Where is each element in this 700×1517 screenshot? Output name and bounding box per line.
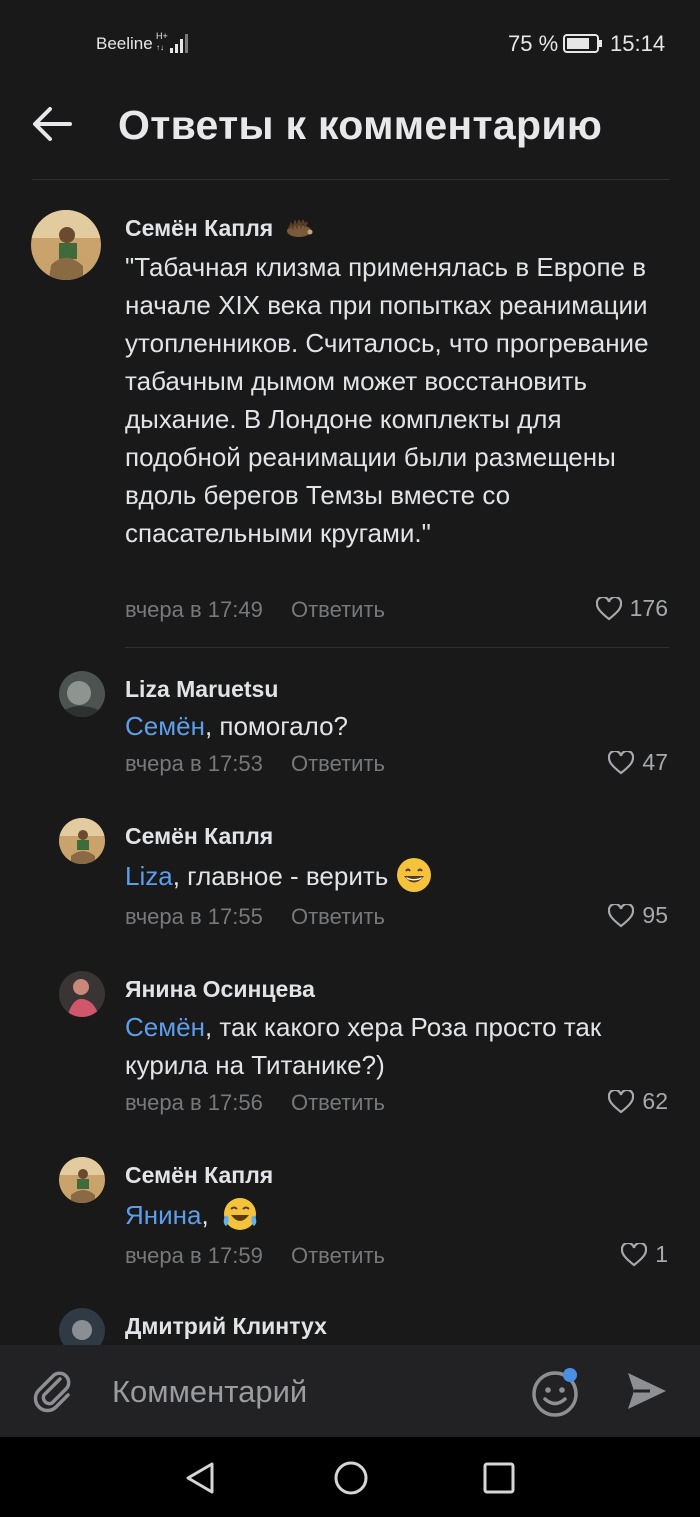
comment-author[interactable]: Liza Maruetsu	[125, 676, 278, 703]
comment-time: вчера в 17:53	[125, 751, 263, 776]
like-count: 176	[629, 595, 668, 621]
reply-comment: Дмитрий Клинтух	[0, 1305, 700, 1345]
like-button[interactable]: 176	[595, 595, 668, 622]
like-count: 95	[642, 902, 668, 928]
reply-button[interactable]: Ответить	[291, 1090, 385, 1115]
app-header: Ответы к комментарию	[0, 88, 700, 180]
avatar-photo	[59, 1308, 105, 1345]
clock: 15:14	[610, 31, 666, 56]
reply-comment: Семён Капля Янина, вчера в 17:59 Ответит…	[0, 1154, 700, 1284]
like-count: 1	[655, 1241, 668, 1267]
hedgehog-icon	[286, 218, 313, 237]
comment-author[interactable]: Семён Капля	[125, 1162, 273, 1189]
tears-of-joy-emoji-icon	[223, 1198, 257, 1230]
svg-text:H+: H+	[156, 31, 168, 41]
svg-text:↑↓: ↑↓	[156, 43, 164, 52]
comment-time: вчера в 17:55	[125, 904, 263, 929]
avatar[interactable]	[59, 818, 105, 864]
comment-time: вчера в 17:56	[125, 1090, 263, 1115]
heart-icon	[608, 750, 635, 774]
comment-text: Семён, помогало?	[125, 711, 349, 741]
like-button[interactable]: 1	[621, 1241, 668, 1268]
header-divider	[32, 179, 669, 180]
root-comment: Семён Капля "Табачная клизма применялась…	[0, 205, 700, 645]
reply-button[interactable]: Ответить	[291, 751, 385, 776]
send-icon	[628, 1373, 666, 1409]
reply-comment: Янина Осинцева Семён, так какого хера Ро…	[0, 968, 700, 1128]
paperclip-icon	[33, 1371, 71, 1413]
comment-author[interactable]: Дмитрий Клинтух	[125, 1313, 327, 1340]
comment-author[interactable]: Янина Осинцева	[125, 976, 315, 1003]
mention-link[interactable]: Liza	[125, 861, 173, 891]
battery-icon	[563, 34, 602, 53]
like-count: 62	[642, 1088, 668, 1114]
notification-dot	[563, 1368, 577, 1382]
comment-author[interactable]: Семён Капля	[125, 823, 273, 850]
signal-icon: H+ ↑↓	[156, 31, 188, 53]
avatar-photo	[59, 971, 105, 1017]
comment-time: вчера в 17:59	[125, 1243, 263, 1268]
comment-author[interactable]: Семён Капля	[125, 215, 314, 242]
avatar[interactable]	[59, 1157, 105, 1203]
grinning-emoji-icon	[396, 858, 431, 892]
carrier-name: Beeline	[96, 34, 153, 53]
comment-text: "Табачная клизма применялась в Европе в …	[125, 252, 649, 548]
avatar[interactable]	[59, 671, 105, 717]
avatar[interactable]	[59, 971, 105, 1017]
reply-button[interactable]: Ответить	[291, 1243, 385, 1268]
comment-time: вчера в 17:49	[125, 597, 263, 622]
comment-meta: вчера в 17:55 Ответить	[125, 904, 385, 930]
mention-link[interactable]: Янина	[125, 1200, 201, 1230]
like-button[interactable]: 47	[608, 749, 668, 776]
comment-input[interactable]	[110, 1367, 514, 1417]
nav-recents-icon[interactable]	[482, 1461, 516, 1495]
nav-back-icon[interactable]	[182, 1459, 218, 1497]
avatar-photo	[31, 210, 101, 280]
page-title: Ответы к комментарию	[118, 102, 603, 148]
avatar-photo	[59, 671, 105, 717]
like-button[interactable]: 62	[608, 1088, 668, 1115]
reply-button[interactable]: Ответить	[291, 597, 385, 622]
system-nav-bar	[0, 1437, 700, 1517]
reply-comment: Семён Капля Liza, главное - верить вчера…	[0, 815, 700, 945]
status-bar: Beeline H+ ↑↓ 75 % 15:14	[0, 0, 700, 88]
comment-text: Liza, главное - верить	[125, 857, 673, 895]
smile-icon	[532, 1368, 578, 1417]
like-button[interactable]: 95	[608, 902, 668, 929]
avatar[interactable]	[59, 1308, 105, 1345]
nav-home-icon[interactable]	[332, 1459, 370, 1497]
heart-icon	[608, 903, 635, 927]
heart-icon	[621, 1242, 648, 1266]
comment-meta: вчера в 17:53 Ответить	[125, 751, 385, 777]
avatar[interactable]	[31, 210, 101, 280]
send-button[interactable]	[624, 1369, 670, 1418]
comment-meta: вчера в 17:56 Ответить	[125, 1090, 385, 1116]
heart-icon	[608, 1089, 635, 1113]
battery-percent: 75 %	[508, 31, 559, 56]
back-button[interactable]	[30, 104, 80, 148]
mention-link[interactable]: Семён	[125, 1012, 205, 1042]
comment-meta: вчера в 17:49 Ответить	[125, 597, 385, 623]
reply-comment: Liza Maruetsu Семён, помогало? вчера в 1…	[0, 668, 700, 798]
like-count: 47	[642, 749, 668, 775]
comment-composer	[0, 1345, 700, 1437]
avatar-photo	[59, 1157, 105, 1203]
avatar-photo	[59, 818, 105, 864]
heart-icon	[595, 596, 622, 620]
arrow-left-icon	[33, 107, 72, 141]
reply-button[interactable]: Ответить	[291, 904, 385, 929]
attach-button[interactable]	[30, 1367, 78, 1420]
comment-meta: вчера в 17:59 Ответить	[125, 1243, 385, 1269]
comment-text: Янина,	[125, 1196, 673, 1234]
emoji-button[interactable]	[530, 1367, 584, 1424]
comment-text: Семён, так какого хера Роза просто так к…	[125, 1012, 602, 1080]
mention-link[interactable]: Семён	[125, 711, 205, 741]
thread-divider	[125, 647, 669, 648]
